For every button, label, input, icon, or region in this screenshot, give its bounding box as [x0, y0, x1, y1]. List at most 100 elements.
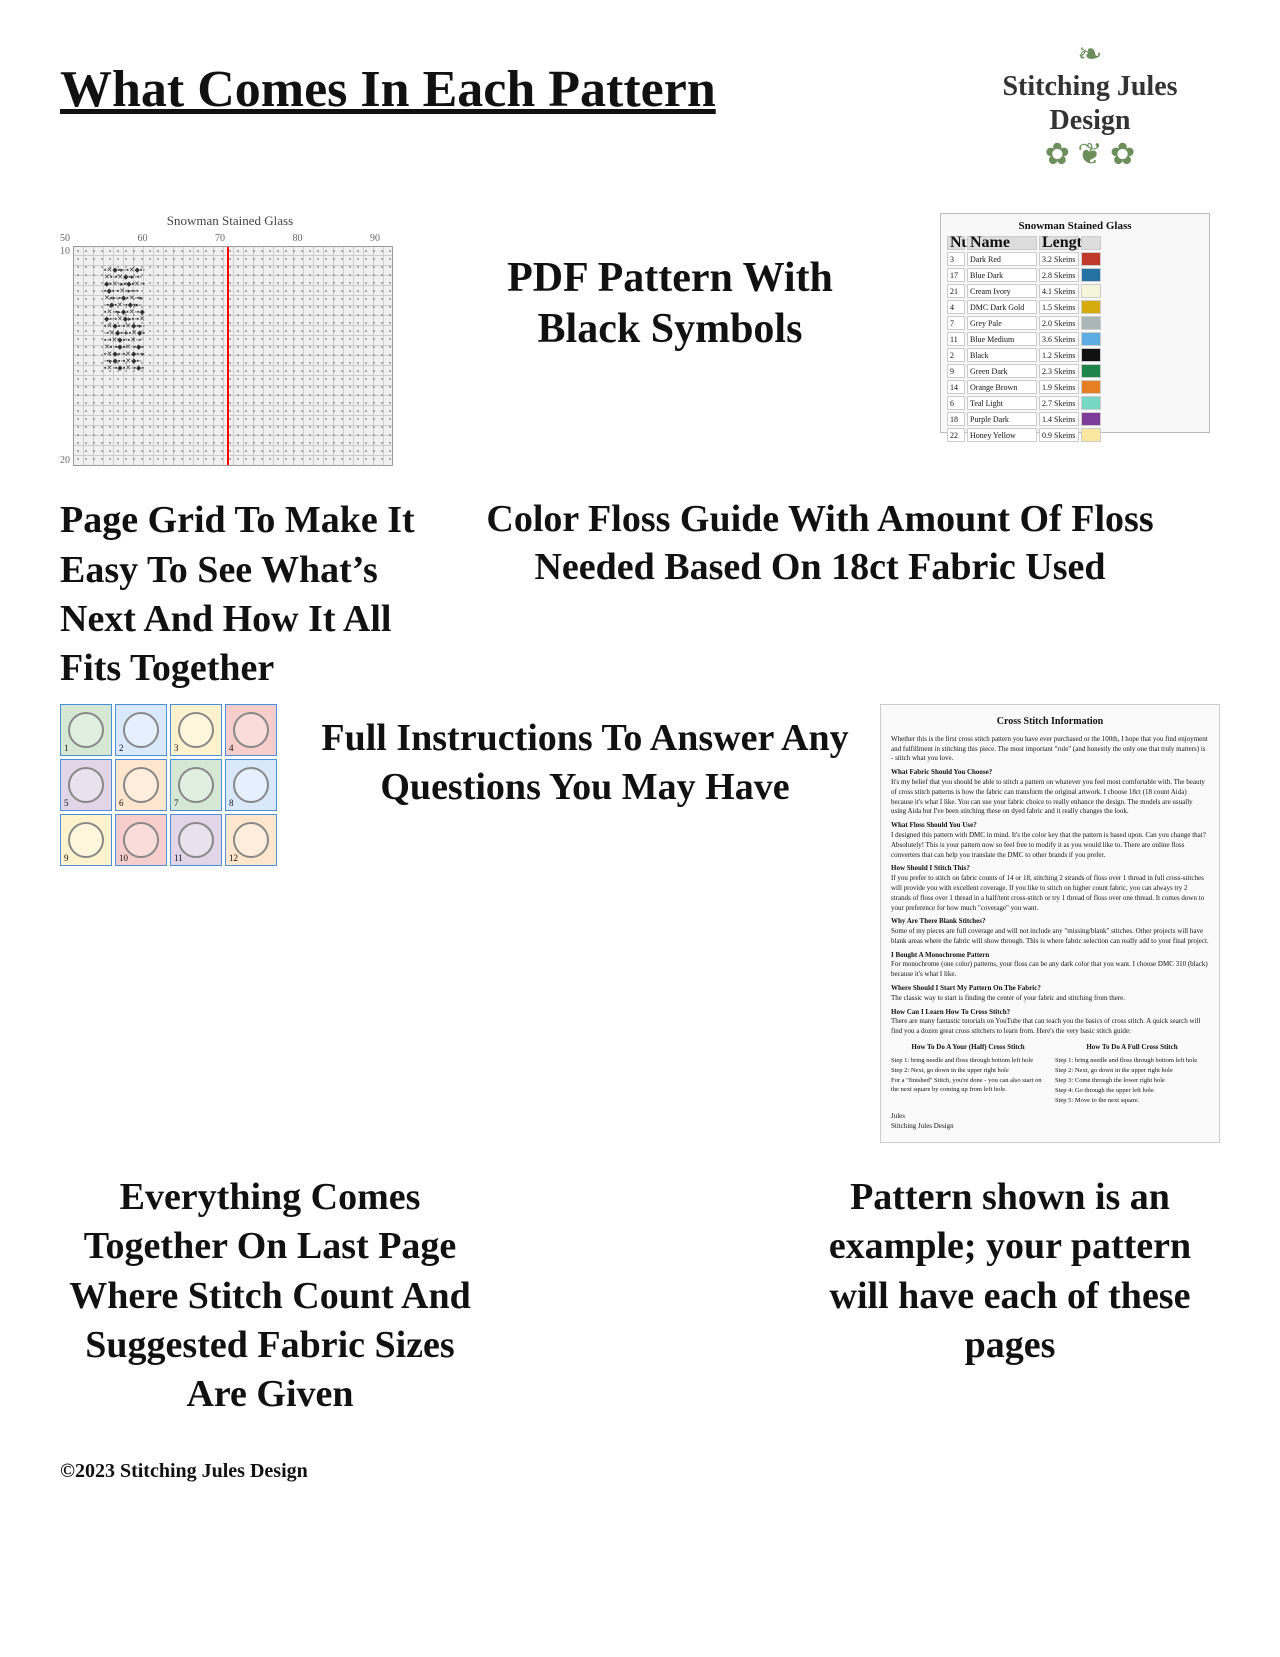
floss-header-name: Name [967, 236, 1037, 250]
floss-len: 4.1 Skeins [1039, 284, 1079, 298]
cs-blank-text: Some of my pieces are full coverage and … [891, 927, 1209, 945]
grid-inner: ▪✕◆▪▸◦▪✕◆▪◦ ✕▪◦▪✕◆▪▸◦▪◦ ◆▪✕◦▸▪◆▪✕◦▪ ▪◆▪◦… [74, 247, 392, 465]
thumb-grid: 1 2 3 4 5 6 [60, 704, 290, 866]
thumb-img: 1 [61, 705, 111, 755]
cs-blank: Why Are There Blank Stitches? Some of my… [891, 917, 1209, 946]
cs-how-to: How To Do A Your (Half) Cross Stitch Ste… [891, 1043, 1209, 1106]
thumbnail-cell: 10 [115, 814, 167, 866]
floss-swatch [1081, 316, 1101, 330]
pattern-image-area: Snowman Stained Glass 5060708090 10 20 ▪… [60, 213, 400, 466]
cs-learn-heading: How Can I Learn How To Cross Stitch? [891, 1008, 1209, 1018]
page-header: What Comes In Each Pattern ❧ Stitching J… [60, 40, 1220, 173]
thumb-number: 11 [174, 853, 183, 863]
floss-len: 2.8 Skeins [1039, 268, 1079, 282]
thumb-number: 8 [229, 798, 234, 808]
thumb-img: 12 [226, 815, 276, 865]
floss-name: DMC Dark Gold [967, 300, 1037, 314]
floss-header-num: Num [947, 236, 965, 250]
thumbnail-cell: 2 [115, 704, 167, 756]
thumb-circle [123, 822, 159, 858]
floss-row: 6 Teal Light 2.7 Skeins [947, 396, 1203, 410]
thumb-number: 3 [174, 743, 179, 753]
thumb-number: 6 [119, 798, 124, 808]
thumbnails-area: 1 2 3 4 5 6 [60, 704, 290, 866]
cs-full-step2: Step 2: Next, go down in the upper right… [1055, 1066, 1209, 1075]
floss-num: 11 [947, 332, 965, 346]
floss-swatch [1081, 332, 1101, 346]
floss-table-rows: 3 Dark Red 3.2 Skeins 17 Blue Dark 2.8 S… [947, 252, 1203, 442]
floss-swatch [1081, 380, 1101, 394]
thumbnail-cell: 3 [170, 704, 222, 756]
red-center-line [227, 247, 229, 465]
floss-num: 7 [947, 316, 965, 330]
cs-brand: Stitching Jules Design [891, 1122, 1209, 1132]
cs-full-title: How To Do A Full Cross Stitch [1055, 1043, 1209, 1053]
thumb-img: 10 [116, 815, 166, 865]
thumb-img: 4 [226, 705, 276, 755]
cs-floss: What Floss Should You Use? I designed th… [891, 821, 1209, 860]
thumb-img: 2 [116, 705, 166, 755]
cs-full-step4: Step 4: Go through the upper left hole [1055, 1086, 1209, 1095]
floss-name: Black [967, 348, 1037, 362]
cs-full-step5: Step 5: Move to the next square. [1055, 1096, 1209, 1105]
floss-len: 1.5 Skeins [1039, 300, 1079, 314]
floss-row: 14 Orange Brown 1.9 Skeins [947, 380, 1203, 394]
thumb-circle [68, 712, 104, 748]
thumb-circle [178, 822, 214, 858]
cs-mono-heading: I Bought A Monochrome Pattern [891, 951, 1209, 961]
pdf-label-area: PDF Pattern With Black Symbols [400, 213, 940, 354]
row3: 1 2 3 4 5 6 [60, 704, 1220, 1143]
cs-learn: How Can I Learn How To Cross Stitch? The… [891, 1008, 1209, 1037]
floss-name: Grey Pale [967, 316, 1037, 330]
floss-num: 4 [947, 300, 965, 314]
cross-stitch-info: Cross Stitch Information Whether this is… [880, 704, 1220, 1143]
floss-num: 18 [947, 412, 965, 426]
floss-len: 0.9 Skeins [1039, 428, 1079, 442]
pattern-grid: ▪✕◆▪▸◦▪✕◆▪◦ ✕▪◦▪✕◆▪▸◦▪◦ ◆▪✕◦▸▪◆▪✕◦▪ ▪◆▪◦… [73, 246, 393, 466]
floss-swatch [1081, 364, 1101, 378]
floss-swatch [1081, 252, 1101, 266]
thumb-number: 1 [64, 743, 69, 753]
thumb-img: 8 [226, 760, 276, 810]
footer: ©2023 Stitching Jules Design [60, 1460, 1220, 1483]
floss-row: 18 Purple Dark 1.4 Skeins [947, 412, 1203, 426]
cs-mono: I Bought A Monochrome Pattern For monoch… [891, 951, 1209, 980]
row1: Snowman Stained Glass 5060708090 10 20 ▪… [60, 213, 1220, 466]
cs-learn-text: There are many fantastic tutorials on Yo… [891, 1017, 1200, 1035]
floss-name: Cream Ivory [967, 284, 1037, 298]
floss-num: 3 [947, 252, 965, 266]
logo-text: Stitching Jules Design [960, 70, 1220, 137]
row2: Page Grid To Make It Easy To See What’s … [60, 476, 1220, 694]
everything-text: Everything Comes Together On Last Page W… [60, 1173, 480, 1420]
thumb-number: 5 [64, 798, 69, 808]
cs-intro-text: Whether this is the first cross stitch p… [891, 735, 1208, 763]
floss-len: 3.2 Skeins [1039, 252, 1079, 266]
thumbnail-cell: 12 [225, 814, 277, 866]
pattern-with-side-numbers: 10 20 ▪✕◆▪▸◦▪✕◆▪◦ ✕▪◦▪✕◆▪▸◦▪◦ ◆▪✕◦▸▪◆▪✕◦… [60, 246, 400, 466]
cs-center-heading: Where Should I Start My Pattern On The F… [891, 984, 1209, 994]
cs-mono-text: For monochrome (one color) patterns, you… [891, 960, 1208, 978]
floss-swatch [1081, 348, 1101, 362]
floss-name: Orange Brown [967, 380, 1037, 394]
floss-swatch [1081, 396, 1101, 410]
floss-row: 21 Cream Ivory 4.1 Skeins [947, 284, 1203, 298]
instructions-label: Full Instructions To Answer Any Question… [290, 704, 880, 813]
thumbnail-cell: 7 [170, 759, 222, 811]
thumbnail-cell: 1 [60, 704, 112, 756]
thumb-img: 11 [171, 815, 221, 865]
thumb-number: 12 [229, 853, 238, 863]
floss-swatch [1081, 300, 1101, 314]
floss-row: 22 Honey Yellow 0.9 Skeins [947, 428, 1203, 442]
floss-len: 2.0 Skeins [1039, 316, 1079, 330]
cs-fabric-heading: What Fabric Should You Choose? [891, 768, 1209, 778]
side-numbers: 10 20 [60, 246, 73, 466]
thumb-img: 7 [171, 760, 221, 810]
floss-name: Blue Dark [967, 268, 1037, 282]
floss-name: Teal Light [967, 396, 1037, 410]
floss-name: Green Dark [967, 364, 1037, 378]
floss-table-mock: Snowman Stained Glass Num Name Length 3 … [940, 213, 1210, 433]
pattern-symbols: ▪✕◆▪▸◦▪✕◆▪◦ ✕▪◦▪✕◆▪▸◦▪◦ ◆▪✕◦▸▪◆▪✕◦▪ ▪◆▪◦… [104, 267, 145, 372]
pattern-image-label: Snowman Stained Glass [60, 213, 400, 229]
floss-num: 6 [947, 396, 965, 410]
thumbnail-cell: 4 [225, 704, 277, 756]
